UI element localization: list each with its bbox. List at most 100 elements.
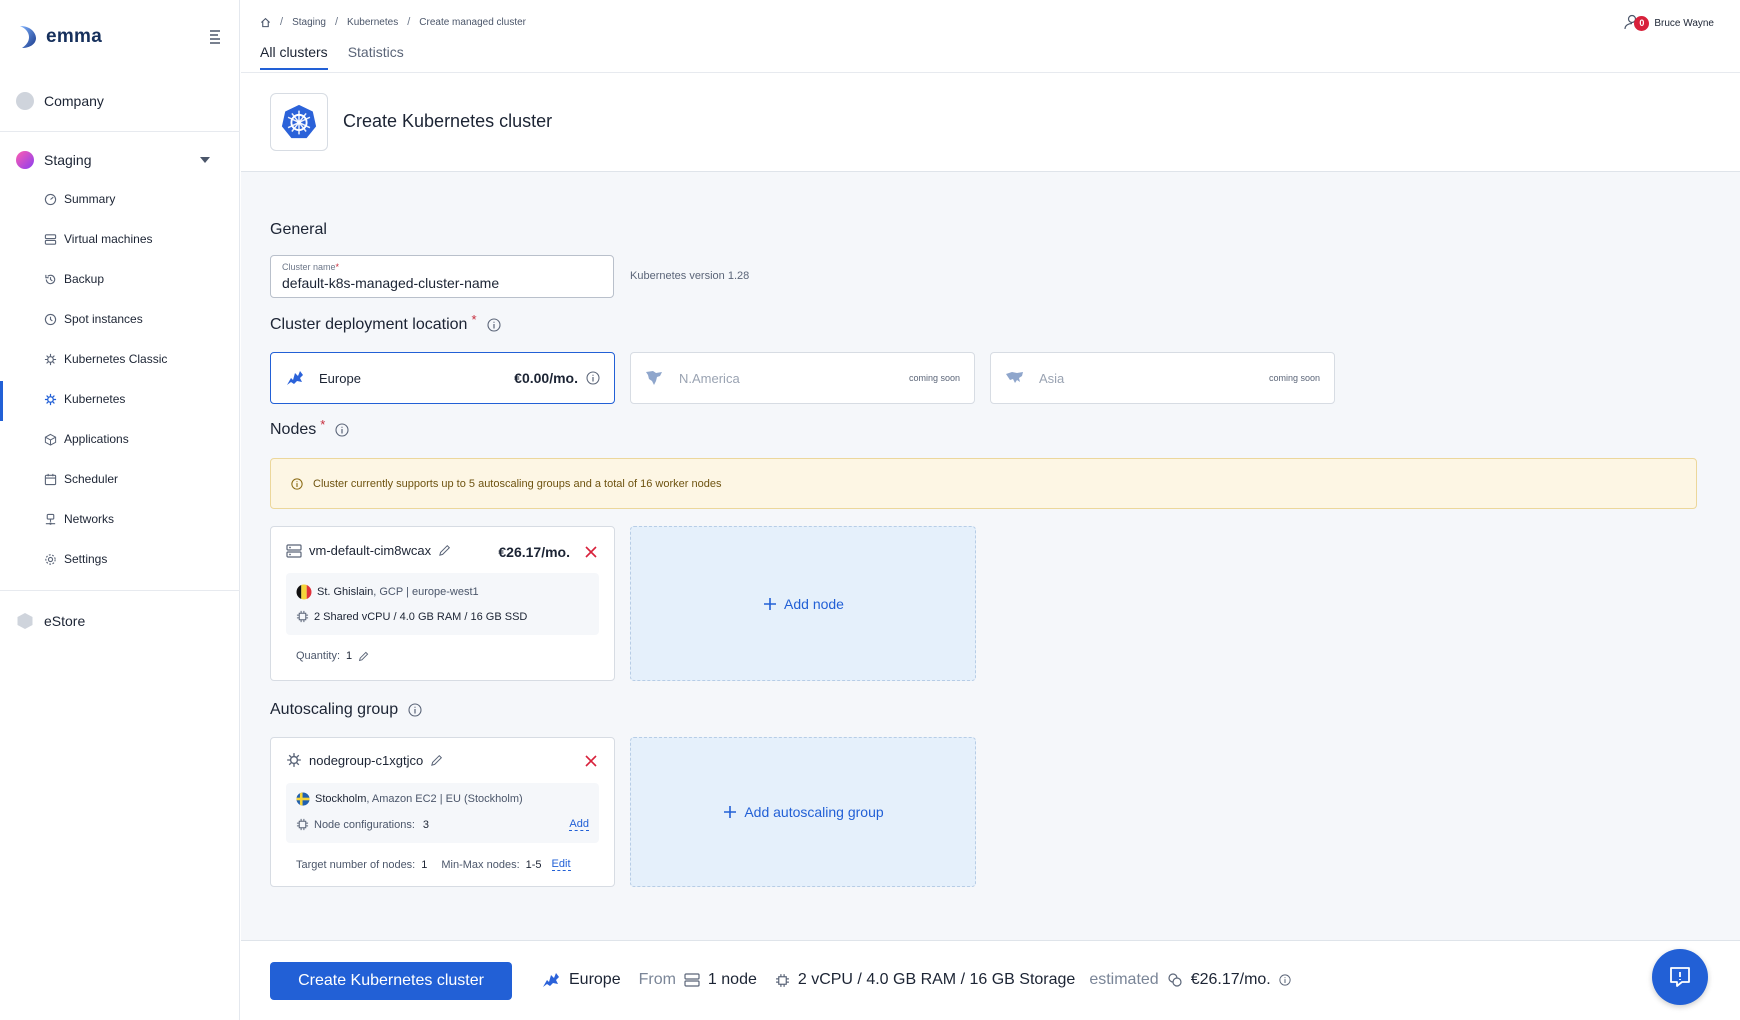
collapse-sidebar-button[interactable] [206,28,224,46]
info-icon[interactable] [586,371,600,385]
summary-price: €26.17/mo. [1190,971,1271,988]
add-autoscaling-group-button[interactable]: Add autoscaling group [630,737,976,887]
create-cluster-button[interactable]: Create Kubernetes cluster [270,962,512,1000]
sidebar-item-label: Networks [64,512,115,526]
sidebar: emma Company Staging Summary Virtual mac… [0,0,240,1020]
node-location: St. Ghislain, GCP | europe-west1 [296,584,479,600]
location-name: N.America [679,370,740,386]
sidebar-item-kubernetes-classic[interactable]: Kubernetes Classic [44,352,167,366]
pencil-icon[interactable] [358,651,369,662]
staging-expand-toggle[interactable] [200,157,210,163]
info-icon[interactable] [486,318,501,332]
order-summary: Europe From 1 node 2 vCPU / 4.0 GB RAM /… [541,971,1291,989]
support-chat-button[interactable] [1652,949,1708,1005]
remove-node-button[interactable] [584,545,598,559]
general-section-title: General [270,221,327,239]
sidebar-item-backup[interactable]: Backup [44,272,104,286]
sidebar-item-settings[interactable]: Settings [44,552,107,566]
app-logo[interactable]: emma [16,24,102,50]
section-title-text: Nodes [270,421,317,438]
breadcrumb-separator: / [280,16,284,28]
breadcrumb-kubernetes[interactable]: Kubernetes [347,17,398,28]
location-option-europe[interactable]: Europe €0.00/mo. [270,352,615,404]
emma-logo-icon [20,26,36,48]
add-node-button[interactable]: Add node [630,526,976,681]
sidebar-active-indicator [0,381,3,421]
sidebar-org-label: Staging [44,152,92,168]
sidebar-org-estore[interactable]: eStore [16,612,85,630]
europe-map-icon [543,973,559,987]
info-icon[interactable] [408,703,422,717]
nodegroup-name: nodegroup-c1xgtjco [309,752,424,768]
breadcrumb-staging[interactable]: Staging [292,17,326,28]
autoscaling-details: Stockholm, Amazon EC2 | EU (Stockholm) N… [286,783,599,843]
nodegroup-location: Stockholm, Amazon EC2 | EU (Stockholm) [296,792,523,806]
user-menu[interactable]: 0 Bruce Wayne [1624,14,1714,32]
sidebar-org-staging[interactable]: Staging [16,151,91,169]
quantity-value: 1 [346,650,353,662]
pencil-icon[interactable] [430,754,443,767]
sidebar-org-company[interactable]: Company [16,92,104,110]
section-title-text: General [270,221,327,238]
close-icon [585,546,597,558]
sidebar-item-label: Summary [64,192,116,206]
target-label: Target number of nodes: [296,858,416,871]
coins-icon [1168,973,1182,987]
tab-statistics[interactable]: Statistics [348,44,404,70]
belgium-flag-icon [296,584,312,600]
backup-icon [45,274,56,284]
coming-soon-label: coming soon [1268,373,1320,383]
sidebar-org-label: Company [44,93,104,109]
cpu-icon [296,818,309,831]
sidebar-item-kubernetes[interactable]: Kubernetes [44,392,125,406]
location-city: Stockholm [315,793,367,805]
sidebar-item-virtual-machines[interactable]: Virtual machines [44,232,153,246]
sidebar-item-applications[interactable]: Applications [44,432,129,446]
tab-all-clusters[interactable]: All clusters [260,44,328,70]
location-provider: , Amazon EC2 | EU (Stockholm) [366,793,523,805]
kubernetes-logo [270,93,328,151]
pencil-icon[interactable] [438,544,451,557]
info-icon[interactable] [335,423,349,437]
edit-scaling-link[interactable]: Edit [551,858,571,871]
summary-from-label: From [638,971,676,988]
add-autoscaling-label: Add autoscaling group [744,804,884,820]
notice-text: Cluster currently supports up to 5 autos… [313,477,722,490]
spec-text: 2 Shared vCPU / 4.0 GB RAM / 16 GB SSD [314,610,528,623]
target-value: 1 [421,858,428,871]
cluster-name-input[interactable] [282,275,602,291]
footer-bar: Create Kubernetes cluster Europe From 1 … [241,940,1740,1020]
page-header: Create Kubernetes cluster [241,73,1740,172]
info-icon[interactable] [1279,974,1291,986]
sidebar-item-spot-instances[interactable]: Spot instances [44,312,143,326]
configs-label: Node configurations: [314,818,415,831]
sweden-flag-icon [296,792,310,806]
notification-badge: 0 [1634,16,1650,31]
cluster-name-field[interactable]: Cluster name* [270,255,614,298]
sidebar-item-scheduler[interactable]: Scheduler [44,472,118,486]
sidebar-item-networks[interactable]: Networks [44,512,114,526]
sidebar-item-label: Kubernetes [64,392,126,406]
nodegroup-scaling: Target number of nodes: 1 Min-Max nodes:… [296,858,596,871]
section-title-text: Autoscaling group [270,701,399,718]
helm-icon [44,393,57,405]
location-option-north-america: N.America coming soon [630,352,975,404]
autoscaling-section-title: Autoscaling group [270,701,422,719]
remove-autoscaling-group-button[interactable] [584,754,598,768]
location-name: Asia [1039,370,1065,386]
breadcrumb-home[interactable] [260,17,271,28]
sidebar-item-summary[interactable]: Summary [44,192,115,206]
caret-down-icon [200,157,210,163]
summary-spec: 2 vCPU / 4.0 GB RAM / 16 GB Storage [797,971,1076,988]
sidebar-item-label: Kubernetes Classic [64,352,168,366]
summary-nodes: 1 node [707,971,757,988]
add-configuration-link[interactable]: Add [569,818,589,831]
server-icon [684,973,700,987]
node-card: vm-default-cim8wcax €26.17/mo. St. Ghisl… [270,526,615,681]
asia-map-icon [1006,372,1023,383]
minmax-value: 1-5 [525,858,542,871]
close-icon [585,755,597,767]
label-text: Cluster name [282,262,336,272]
notifications-button[interactable]: 0 [1624,14,1650,32]
location-option-asia: Asia coming soon [990,352,1335,404]
